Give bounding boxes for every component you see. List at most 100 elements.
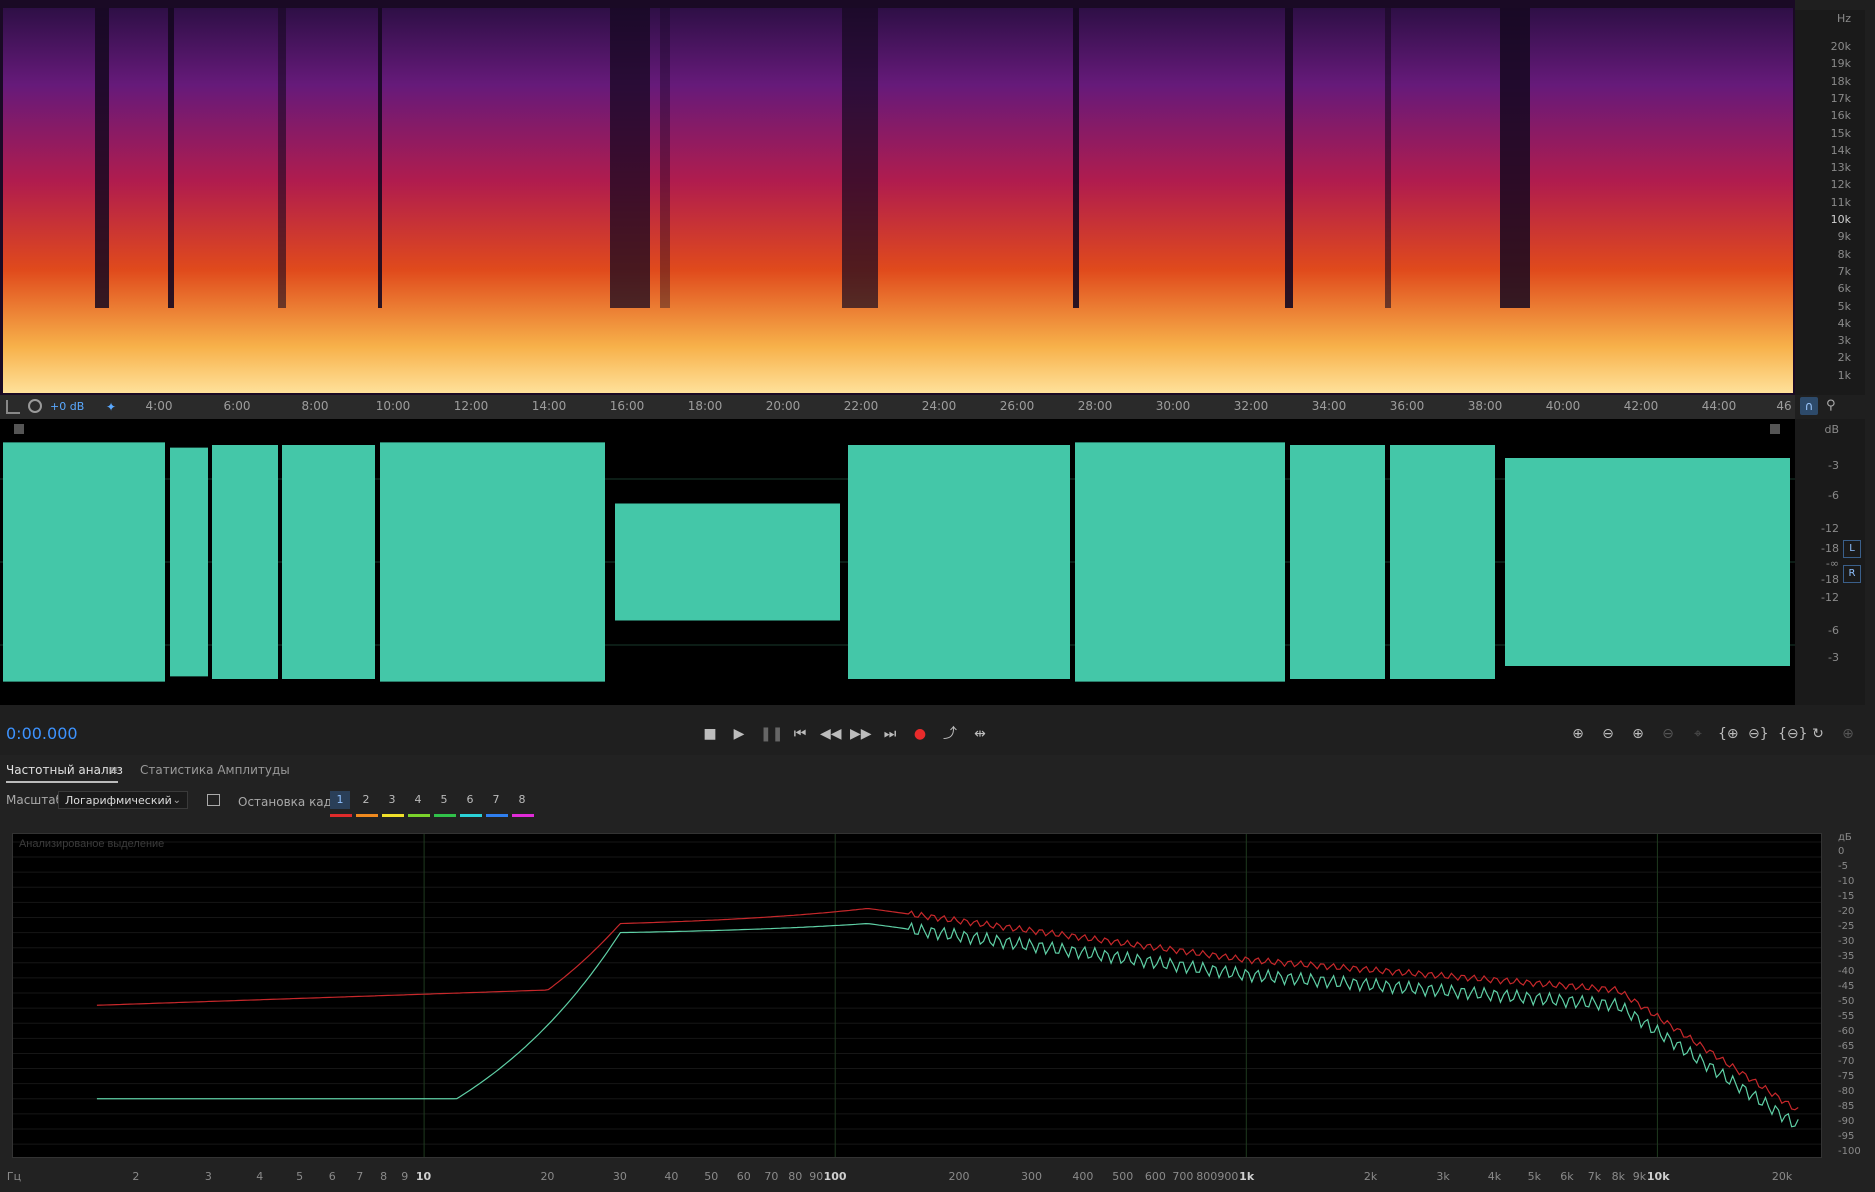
tab-amplitude-statistics[interactable]: Статистика Амплитуды <box>140 763 290 777</box>
spectral-display[interactable] <box>0 0 1795 395</box>
hz-label: 12k <box>1830 178 1851 192</box>
waveform-corner-handle-left[interactable] <box>14 424 24 434</box>
db-label: -12 <box>1821 522 1839 535</box>
frequency-plot[interactable]: Анализированое выделение <box>12 833 1822 1158</box>
fdb-label: -30 <box>1838 936 1855 947</box>
freq-label: 50 <box>704 1170 719 1183</box>
hz-label: 17k <box>1830 91 1851 105</box>
snapshot-icon[interactable] <box>207 794 220 806</box>
zoom-reset-icon[interactable]: ↻ <box>1808 724 1828 744</box>
pin-icon[interactable]: ✦ <box>106 400 116 414</box>
time-label: 34:00 <box>1311 399 1347 413</box>
freeze-frame-7[interactable]: 7 <box>486 791 506 809</box>
db-label: -12 <box>1821 591 1839 604</box>
spectral-gap <box>842 8 878 308</box>
marker-pin-icon[interactable]: ⚲ <box>1826 398 1836 413</box>
fdb-label: -95 <box>1838 1131 1855 1142</box>
zoom-out-point-icon[interactable]: ⊖} <box>1748 724 1769 744</box>
chevron-down-icon: ⌄ <box>172 795 181 806</box>
waveform-segment <box>380 442 605 682</box>
rewind-icon[interactable]: ◀◀ <box>820 724 842 744</box>
tab-menu-icon[interactable]: ≡ <box>108 763 118 777</box>
freeze-frame-6[interactable]: 6 <box>460 791 480 809</box>
go-to-end-icon[interactable]: ⏭ <box>880 724 900 744</box>
time-label: 30:00 <box>1155 399 1191 413</box>
zoom-settings-icon[interactable]: ⊕ <box>1838 724 1858 744</box>
gain-knob-icon[interactable] <box>28 399 42 413</box>
fdb-label: -80 <box>1838 1086 1855 1097</box>
fdb-label: -50 <box>1838 996 1855 1007</box>
pause-icon[interactable]: ❚❚ <box>760 724 783 744</box>
waveform-segment <box>1290 445 1385 679</box>
freq-label: 9 <box>401 1170 409 1183</box>
fdb-label: -15 <box>1838 891 1855 902</box>
time-label: 16:00 <box>609 399 645 413</box>
freeze-frame-2[interactable]: 2 <box>356 791 376 809</box>
hz-label: 1k <box>1837 368 1851 382</box>
spectral-gap <box>1073 8 1079 308</box>
freeze-frame-8[interactable]: 8 <box>512 791 532 809</box>
freq-label: 60 <box>736 1170 751 1183</box>
freeze-frame-1[interactable]: 1 <box>330 791 350 809</box>
waveform-segment <box>1075 442 1285 682</box>
fast-forward-icon[interactable]: ▶▶ <box>850 724 872 744</box>
gain-value[interactable]: +0 dB <box>50 400 84 413</box>
freeze-frame-3[interactable]: 3 <box>382 791 402 809</box>
freq-label: 3 <box>204 1170 212 1183</box>
time-label: 6:00 <box>223 399 251 413</box>
waveform-display[interactable] <box>0 419 1795 705</box>
hz-label: 15k <box>1830 126 1851 140</box>
headphones-icon[interactable]: ∩ <box>1800 397 1818 415</box>
freq-label: 1k <box>1239 1170 1255 1183</box>
hz-label: 14k <box>1830 143 1851 157</box>
freq-label: 500 <box>1112 1170 1134 1183</box>
channel-r-toggle[interactable]: R <box>1843 565 1861 583</box>
hz-scale: Hz 20k 19k 18k 17k 16k 15k 14k 13k 12k 11k 10k 9k 8k… <box>1795 10 1865 395</box>
waveform-corner-handle-right[interactable] <box>1770 424 1780 434</box>
time-label: 18:00 <box>687 399 723 413</box>
freeze-frame-5[interactable]: 5 <box>434 791 454 809</box>
tab-frequency-analysis[interactable]: Частотный анализ <box>6 763 123 777</box>
time-label: 14:00 <box>531 399 567 413</box>
zoom-in-point-icon[interactable]: {⊕ <box>1718 724 1739 744</box>
fdb-label: -100 <box>1838 1146 1861 1157</box>
waveform-segment <box>282 445 375 679</box>
freq-label: 4 <box>256 1170 264 1183</box>
zoom-in-time-icon[interactable]: ⊕ <box>1628 724 1648 744</box>
zoom-out-time-icon[interactable]: ⊖ <box>1658 724 1678 744</box>
freq-label: 2 <box>132 1170 140 1183</box>
hz-label: 13k <box>1830 161 1851 175</box>
fdb-label: -35 <box>1838 951 1855 962</box>
zoom-out-amplitude-icon[interactable]: ⊖ <box>1598 724 1618 744</box>
hz-label: 6k <box>1837 282 1851 296</box>
timeline-ruler[interactable]: +0 dB ✦ 4:00 6:00 8:00 10:00 12:00 14:00 16:00… <box>0 395 1836 419</box>
play-icon[interactable]: ▶ <box>729 724 749 744</box>
freeze-frame-4[interactable]: 4 <box>408 791 428 809</box>
zoom-full-icon[interactable]: {⊖} <box>1778 724 1808 744</box>
time-label: 10:00 <box>375 399 411 413</box>
loop-icon[interactable]: ⤴ <box>940 724 960 744</box>
freq-label: 700 <box>1172 1170 1194 1183</box>
waveform-segment <box>170 447 208 677</box>
spectral-gap <box>95 8 109 308</box>
fdb-label: -55 <box>1838 1011 1855 1022</box>
freq-label: 200 <box>948 1170 970 1183</box>
freq-label: 80 <box>788 1170 803 1183</box>
channel-l-toggle[interactable]: L <box>1843 540 1861 558</box>
zoom-in-amplitude-icon[interactable]: ⊕ <box>1568 724 1588 744</box>
skip-selection-icon[interactable]: ⇹ <box>970 724 990 744</box>
fdb-label: -5 <box>1838 861 1848 872</box>
spectral-gap <box>1285 8 1293 308</box>
freq-label: 5k <box>1527 1170 1542 1183</box>
waveform-segment <box>615 503 840 621</box>
scale-dropdown[interactable]: Логарифмический ⌄ <box>58 791 188 809</box>
waveform-segment <box>212 445 278 679</box>
zoom-selection-icon[interactable]: ⌖ <box>1688 724 1708 744</box>
hz-label: 20k <box>1830 40 1851 53</box>
hz-label: 10k <box>1830 213 1851 226</box>
spectral-gap <box>1385 8 1391 308</box>
go-to-start-icon[interactable]: ⏮ <box>790 724 810 744</box>
record-icon[interactable]: ● <box>910 724 930 744</box>
stop-icon[interactable]: ■ <box>700 724 720 744</box>
hz-label: 8k <box>1837 247 1851 261</box>
